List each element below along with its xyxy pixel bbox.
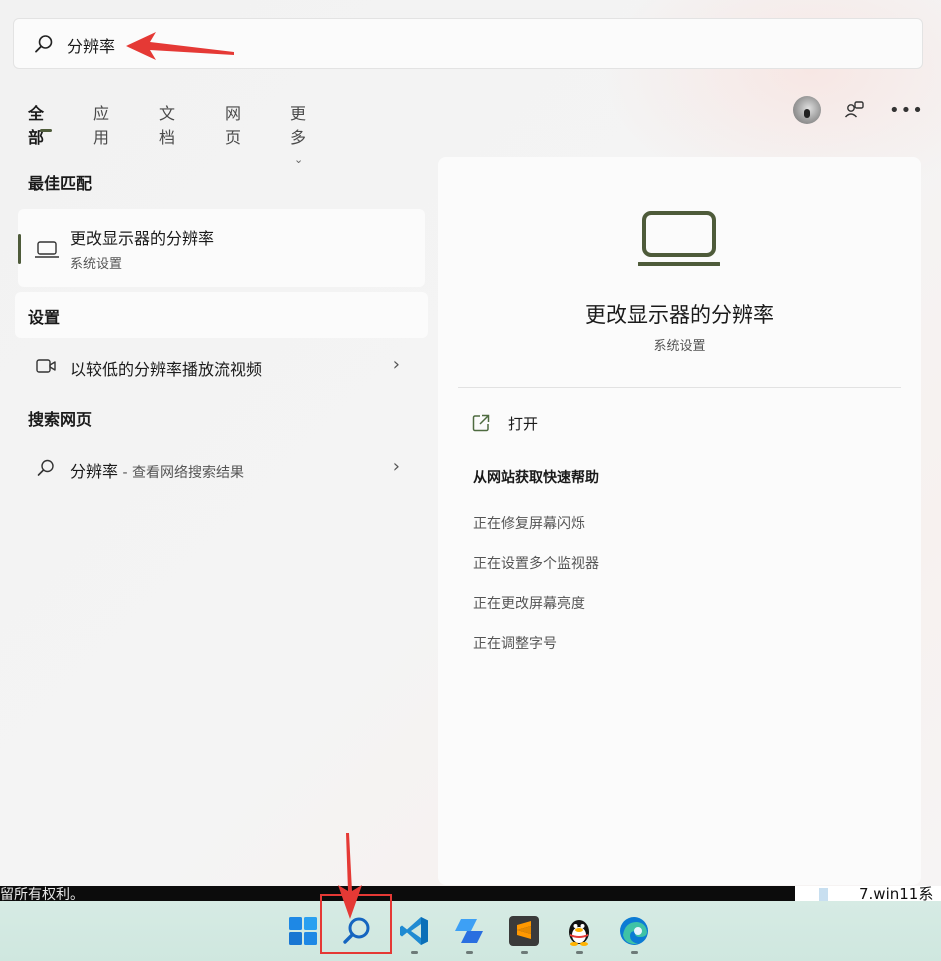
chevron-right-icon: ›: [392, 456, 400, 477]
annotation-arrow-left: [126, 32, 234, 60]
tab-apps[interactable]: 应用: [93, 100, 109, 148]
help-link[interactable]: 正在修复屏幕闪烁: [473, 513, 585, 533]
windows-start-icon[interactable]: [287, 915, 319, 947]
tab-more[interactable]: 更多 ⌄: [290, 100, 306, 167]
sublime-text-icon[interactable]: [508, 915, 540, 947]
annotation-arrow-down: [338, 833, 362, 919]
more-options-icon[interactable]: •••: [889, 100, 924, 121]
background-window: 7.win11系: [795, 885, 941, 903]
web-result-query: 分辨率: [70, 462, 119, 481]
best-match-title: 更改显示器的分辨率: [70, 229, 215, 248]
settings-result-item[interactable]: 以较低的分辨率播放流视频 ›: [18, 346, 418, 386]
vscode-icon[interactable]: [398, 915, 430, 947]
copilot-icon[interactable]: [453, 915, 485, 947]
section-settings: 设置: [15, 292, 428, 338]
running-indicator: [631, 951, 638, 954]
web-result-item[interactable]: 分辨率 - 查看网络搜索结果 ›: [18, 448, 418, 488]
search-panel: 分辨率 全部 应用 文档 网页 更多 ⌄ ••• 最佳匹配 更改显示器的分辨率 系…: [0, 0, 941, 886]
divider: [458, 387, 901, 388]
tab-all[interactable]: 全部: [28, 100, 44, 148]
running-indicator: [411, 951, 418, 954]
search-icon[interactable]: [341, 915, 373, 947]
taskbar: [0, 894, 941, 961]
running-indicator: [576, 951, 583, 954]
search-input[interactable]: 分辨率: [67, 33, 115, 57]
tab-web[interactable]: 网页: [225, 100, 241, 148]
video-camera-icon: [36, 359, 56, 373]
section-best-match: 最佳匹配: [28, 174, 93, 193]
section-web-search: 搜索网页: [28, 410, 93, 429]
file-icon: [819, 888, 828, 901]
running-indicator: [521, 951, 528, 954]
preview-pane: 更改显示器的分辨率 系统设置 打开 从网站获取快速帮助 正在修复屏幕闪烁 正在设…: [438, 157, 921, 885]
laptop-icon: [35, 241, 59, 258]
search-icon: [37, 459, 54, 476]
accounts-switch-icon[interactable]: [842, 98, 866, 122]
background-console: 留所有权利。 7.win11系: [0, 885, 941, 903]
tab-documents[interactable]: 文档: [159, 100, 175, 148]
help-link[interactable]: 正在调整字号: [473, 633, 557, 653]
web-result-label: 分辨率 - 查看网络搜索结果: [70, 458, 244, 482]
running-indicator: [466, 951, 473, 954]
active-tab-indicator: [40, 129, 52, 132]
qq-penguin-icon[interactable]: [563, 915, 595, 947]
chevron-down-icon: ⌄: [294, 153, 304, 166]
section-settings-label: 设置: [28, 308, 61, 327]
laptop-icon: [638, 211, 720, 266]
web-result-suffix: - 查看网络搜索结果: [118, 465, 244, 481]
help-link[interactable]: 正在设置多个监视器: [473, 553, 599, 573]
open-label: 打开: [508, 415, 539, 433]
open-external-icon: [472, 414, 490, 432]
edge-icon[interactable]: [618, 915, 650, 947]
best-match-card[interactable]: 更改显示器的分辨率 系统设置: [18, 209, 425, 287]
preview-title: 更改显示器的分辨率: [585, 303, 774, 327]
preview-subtitle: 系统设置: [653, 339, 706, 354]
help-link[interactable]: 正在更改屏幕亮度: [473, 593, 585, 613]
best-match-subtitle: 系统设置: [70, 257, 123, 272]
help-title: 从网站获取快速帮助: [473, 470, 599, 486]
tab-more-label: 更多: [290, 104, 307, 147]
settings-result-label: 以较低的分辨率播放流视频: [70, 360, 263, 379]
selection-indicator: [18, 234, 21, 264]
avatar[interactable]: [793, 96, 821, 124]
search-icon: [35, 35, 53, 53]
chevron-right-icon: ›: [392, 354, 400, 375]
